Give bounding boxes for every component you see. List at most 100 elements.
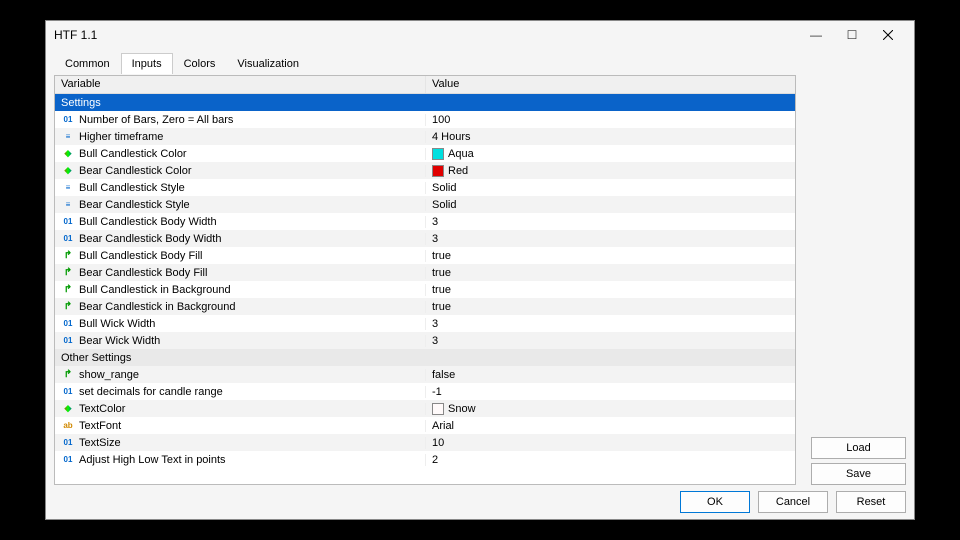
row-value-cell[interactable]: 3: [425, 233, 795, 245]
table-row[interactable]: 01 Bull Candlestick Body Width 3: [55, 213, 795, 230]
row-value-cell[interactable]: Solid: [425, 199, 795, 211]
type-bool-icon: ↱: [61, 250, 75, 262]
tab-common[interactable]: Common: [54, 53, 121, 74]
section-header: Settings: [55, 94, 795, 111]
row-label: TextFont: [79, 420, 121, 432]
type-int-icon: 01: [61, 114, 75, 126]
table-row[interactable]: ◆TextColorSnow: [55, 400, 795, 417]
save-button[interactable]: Save: [811, 463, 906, 485]
table-row[interactable]: 01TextSize10: [55, 434, 795, 451]
row-label: Number of Bars, Zero = All bars: [79, 114, 233, 126]
type-enum-icon: ≡: [61, 182, 75, 194]
row-value-cell[interactable]: 3: [425, 318, 795, 330]
row-label: Bear Candlestick Style: [79, 199, 190, 211]
load-button[interactable]: Load: [811, 437, 906, 459]
tab-visualization[interactable]: Visualization: [226, 53, 310, 74]
cancel-button[interactable]: Cancel: [758, 491, 828, 513]
maximize-button[interactable]: ☐: [834, 23, 870, 47]
row-value-cell[interactable]: true: [425, 267, 795, 279]
row-value-cell[interactable]: -1: [425, 386, 795, 398]
content-area: Variable Value Settings 01 Number of Bars,…: [54, 75, 906, 485]
type-int-icon: 01: [61, 216, 75, 228]
row-value: true: [432, 267, 451, 279]
table-row[interactable]: ↱Bear Candlestick Body Filltrue: [55, 264, 795, 281]
tab-bar: CommonInputsColorsVisualization: [46, 49, 914, 74]
row-value: 3: [432, 216, 438, 228]
row-value-cell[interactable]: 4 Hours: [425, 131, 795, 143]
table-row[interactable]: 01Adjust High Low Text in points2: [55, 451, 795, 468]
type-bool-icon: ↱: [61, 267, 75, 279]
bottom-buttons: OK Cancel Reset: [680, 491, 906, 513]
row-value: 3: [432, 335, 438, 347]
row-value: true: [432, 301, 451, 313]
table-row[interactable]: ↱Bull Candlestick in Backgroundtrue: [55, 281, 795, 298]
row-value-cell[interactable]: 100: [425, 114, 795, 126]
side-buttons: Load Save: [811, 437, 906, 485]
ok-button[interactable]: OK: [680, 491, 750, 513]
row-value-cell[interactable]: true: [425, 301, 795, 313]
row-value-cell[interactable]: 3: [425, 335, 795, 347]
row-variable-cell: ↱Bull Candlestick Body Fill: [55, 250, 425, 262]
row-value-cell[interactable]: 10: [425, 437, 795, 449]
row-value: Solid: [432, 199, 456, 211]
tab-inputs[interactable]: Inputs: [121, 53, 173, 74]
row-value-cell[interactable]: Red: [425, 165, 795, 177]
row-value-cell[interactable]: 2: [425, 454, 795, 466]
row-value: false: [432, 369, 455, 381]
table-row[interactable]: 01Bull Wick Width3: [55, 315, 795, 332]
row-value: 10: [432, 437, 444, 449]
row-value: Aqua: [448, 148, 474, 160]
grid-header: Variable Value: [55, 76, 795, 94]
row-variable-cell: ≡Higher timeframe: [55, 131, 425, 143]
row-value: Red: [448, 165, 468, 177]
table-row[interactable]: ↱Bull Candlestick Body Filltrue: [55, 247, 795, 264]
tab-colors[interactable]: Colors: [173, 53, 227, 74]
col-header-variable: Variable: [55, 76, 425, 93]
type-enum-icon: ≡: [61, 131, 75, 143]
row-value-cell[interactable]: 3: [425, 216, 795, 228]
row-variable-cell: 01Bear Wick Width: [55, 335, 425, 347]
row-value: -1: [432, 386, 442, 398]
row-value-cell[interactable]: Aqua: [425, 148, 795, 160]
row-variable-cell: ↱Bear Candlestick in Background: [55, 301, 425, 313]
row-label: Bear Candlestick Body Width: [79, 233, 221, 245]
table-row[interactable]: 01set decimals for candle range-1: [55, 383, 795, 400]
row-value-cell[interactable]: Snow: [425, 403, 795, 415]
type-bool-icon: ↱: [61, 284, 75, 296]
row-value-cell[interactable]: true: [425, 284, 795, 296]
table-row[interactable]: ≡Bull Candlestick StyleSolid: [55, 179, 795, 196]
inputs-grid: Variable Value Settings 01 Number of Bars,…: [54, 75, 796, 485]
table-row[interactable]: 01 Number of Bars, Zero = All bars 100: [55, 111, 795, 128]
table-row[interactable]: ↱Bear Candlestick in Background true: [55, 298, 795, 315]
type-color-icon: ◆: [61, 148, 75, 160]
type-string-icon: ab: [61, 420, 75, 432]
row-value: 3: [432, 318, 438, 330]
row-variable-cell: ≡Bull Candlestick Style: [55, 182, 425, 194]
section-label: Settings: [55, 97, 425, 109]
reset-button[interactable]: Reset: [836, 491, 906, 513]
table-row[interactable]: 01Bear Wick Width 3: [55, 332, 795, 349]
row-value-cell[interactable]: Arial: [425, 420, 795, 432]
minimize-button[interactable]: —: [798, 23, 834, 47]
row-variable-cell: ↱Bull Candlestick in Background: [55, 284, 425, 296]
row-variable-cell: ◆TextColor: [55, 403, 425, 415]
table-row[interactable]: 01Bear Candlestick Body Width3: [55, 230, 795, 247]
table-row[interactable]: ab TextFont Arial: [55, 417, 795, 434]
close-icon: [883, 30, 893, 40]
row-value-cell[interactable]: Solid: [425, 182, 795, 194]
row-value-cell[interactable]: true: [425, 250, 795, 262]
row-label: Bull Candlestick Body Width: [79, 216, 217, 228]
row-variable-cell: 01Adjust High Low Text in points: [55, 454, 425, 466]
row-value-cell[interactable]: false: [425, 369, 795, 381]
row-variable-cell: ab TextFont: [55, 420, 425, 432]
table-row[interactable]: ≡Higher timeframe4 Hours: [55, 128, 795, 145]
type-int-icon: 01: [61, 386, 75, 398]
table-row[interactable]: ≡Bear Candlestick StyleSolid: [55, 196, 795, 213]
close-button[interactable]: [870, 23, 906, 47]
table-row[interactable]: ◆Bear Candlestick ColorRed: [55, 162, 795, 179]
color-swatch: [432, 165, 444, 177]
table-row[interactable]: ↱show_rangefalse: [55, 366, 795, 383]
table-row[interactable]: ◆Bull Candlestick ColorAqua: [55, 145, 795, 162]
type-int-icon: 01: [61, 318, 75, 330]
grid-body: Settings 01 Number of Bars, Zero = All bar…: [55, 94, 795, 468]
